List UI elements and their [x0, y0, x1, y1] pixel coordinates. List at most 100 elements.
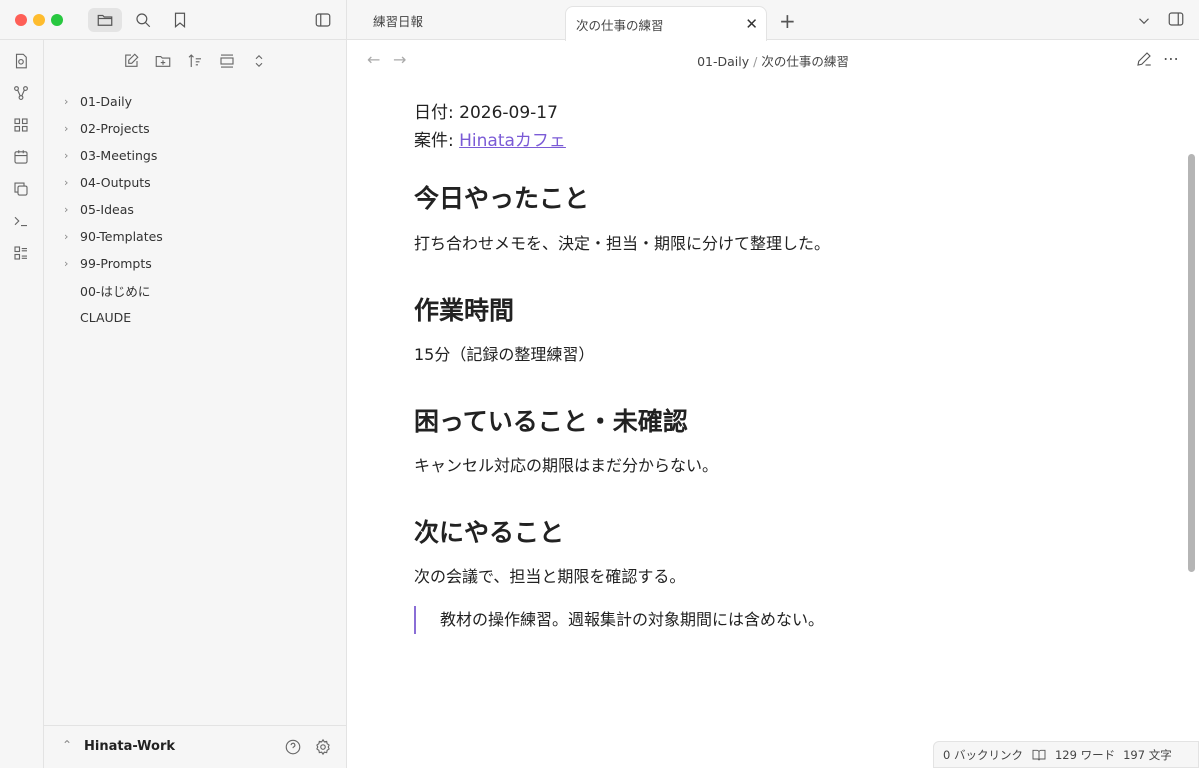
explorer-toolbar	[120, 50, 270, 74]
collapse-all-button[interactable]	[248, 50, 270, 72]
heading-issues: 困っていること・未確認	[414, 407, 688, 436]
folder-04-outputs[interactable]: › 04-Outputs	[44, 169, 347, 196]
reveal-icon	[220, 54, 234, 68]
sort-button[interactable]	[184, 50, 206, 72]
new-tab-button[interactable]: +	[779, 9, 796, 33]
folder-01-daily[interactable]: › 01-Daily	[44, 88, 347, 115]
breadcrumb-note[interactable]: 次の仕事の練習	[761, 54, 849, 69]
backlinks-count[interactable]: 0 バックリンク	[943, 747, 1023, 763]
copy-icon	[14, 182, 28, 196]
editor-scrollbar[interactable]	[1188, 154, 1195, 572]
templates-button[interactable]	[12, 180, 32, 200]
bookmarks-view-button[interactable]	[163, 8, 197, 32]
breadcrumb-folder[interactable]: 01-Daily	[697, 54, 749, 69]
chevron-right-icon: ›	[64, 95, 69, 108]
close-window-button[interactable]	[15, 14, 27, 26]
heading-next: 次にやること	[414, 518, 565, 547]
sort-icon	[188, 54, 201, 67]
close-tab-icon[interactable]: ✕	[745, 15, 758, 33]
date-label: 日付:	[414, 103, 460, 123]
folder-03-meetings[interactable]: › 03-Meetings	[44, 142, 347, 169]
canvas-button[interactable]	[12, 116, 32, 136]
chevron-right-icon: ›	[64, 176, 69, 189]
tab-practice-daily[interactable]: 練習日報	[347, 0, 565, 40]
book-open-icon[interactable]	[1031, 747, 1047, 763]
tab-next-job-practice[interactable]: 次の仕事の練習 ✕	[565, 6, 767, 41]
file-claude[interactable]: CLAUDE	[44, 304, 347, 331]
tree-item-label: 05-Ideas	[80, 202, 134, 217]
chevrons-up-down-icon: ⌃	[62, 738, 73, 752]
tab-label: 次の仕事の練習	[576, 17, 664, 33]
chevron-right-icon: ›	[64, 203, 69, 216]
bases-button[interactable]	[12, 244, 32, 264]
char-count: 197 文字	[1123, 747, 1172, 762]
toggle-left-sidebar-button[interactable]	[306, 8, 340, 32]
new-folder-button[interactable]	[152, 50, 174, 72]
pencil-icon	[1137, 52, 1151, 66]
zoom-window-button[interactable]	[51, 14, 63, 26]
status-bar: 0 バックリンク 129 ワード 197 文字	[933, 741, 1199, 768]
file-00-hajimeni[interactable]: 00-はじめに	[44, 277, 347, 304]
minimize-window-button[interactable]	[33, 14, 45, 26]
tree-item-label: 00-はじめに	[80, 284, 151, 299]
file-tree: › 01-Daily › 02-Projects › 03-Meetings › 04-…	[44, 88, 347, 331]
new-note-button[interactable]	[120, 50, 142, 72]
heading-work-time: 作業時間	[414, 296, 515, 325]
paragraph-issues: キャンセル対応の期限はまだ分からない。	[414, 456, 719, 475]
tab-bar: 練習日報 次の仕事の練習 ✕ +	[347, 0, 1199, 41]
toggle-edit-mode-button[interactable]	[1135, 50, 1153, 72]
folder-plus-icon	[155, 55, 171, 67]
graph-icon	[14, 86, 28, 100]
folder-05-ideas[interactable]: › 05-Ideas	[44, 196, 347, 223]
tree-item-label: 02-Projects	[80, 121, 150, 136]
calendar-icon	[14, 150, 28, 164]
edit-icon	[125, 53, 139, 67]
tab-label: 練習日報	[373, 13, 424, 29]
word-count: 129 ワード	[1054, 747, 1116, 762]
folder-90-templates[interactable]: › 90-Templates	[44, 223, 347, 250]
files-view-button[interactable]	[88, 8, 122, 32]
chevrons-up-down-icon	[255, 54, 263, 68]
bookmark-icon	[174, 12, 186, 29]
editor-pane: ← → 01-Daily / 次の仕事の練習 ⋯ 日付: 2026-09-17 案件…	[347, 41, 1199, 768]
chevron-right-icon: ›	[64, 122, 69, 135]
chevron-right-icon: ›	[64, 230, 69, 243]
file-explorer: › 01-Daily › 02-Projects › 03-Meetings › 04-…	[44, 40, 347, 768]
toggle-right-sidebar-button[interactable]	[1167, 10, 1185, 32]
help-icon	[285, 739, 301, 755]
gear-icon	[316, 738, 330, 756]
paragraph-today: 打ち合わせメモを、決定・担当・期限に分けて整理した。	[414, 234, 831, 253]
sidebar-left-icon	[315, 13, 331, 27]
date-property: 日付: 2026-09-17	[414, 99, 1134, 127]
chevron-down-icon	[1139, 18, 1149, 25]
dashboard-icon	[14, 118, 28, 132]
help-button[interactable]	[284, 738, 302, 760]
search-view-button[interactable]	[126, 8, 160, 32]
tree-item-label: 90-Templates	[80, 229, 163, 244]
more-options-button[interactable]: ⋯	[1163, 49, 1180, 68]
heading-today: 今日やったこと	[414, 184, 590, 213]
window-titlebar	[0, 0, 347, 40]
folder-99-prompts[interactable]: › 99-Prompts	[44, 250, 347, 277]
folder-02-projects[interactable]: › 02-Projects	[44, 115, 347, 142]
terminal-icon	[14, 216, 27, 227]
tab-list-dropdown-button[interactable]	[1135, 12, 1153, 34]
daily-note-button[interactable]	[12, 148, 32, 168]
graph-view-button[interactable]	[12, 84, 32, 104]
tree-item-label: CLAUDE	[80, 310, 132, 325]
auto-reveal-button[interactable]	[216, 50, 238, 72]
vault-switcher[interactable]: ⌃ Hinata-Work	[44, 725, 347, 768]
folder-icon	[97, 14, 113, 26]
note-content[interactable]: 日付: 2026-09-17 案件: Hinataカフェ 今日やったこと 打ち合…	[414, 99, 1134, 634]
settings-button[interactable]	[314, 738, 332, 760]
sidebar-right-icon	[1168, 12, 1184, 26]
breadcrumb-separator: /	[753, 54, 758, 69]
tree-item-label: 99-Prompts	[80, 256, 152, 271]
list-icon	[14, 246, 27, 260]
command-palette-button[interactable]	[12, 212, 32, 232]
project-link[interactable]: Hinataカフェ	[459, 131, 566, 151]
chevron-right-icon: ›	[64, 257, 69, 270]
vault-name: Hinata-Work	[84, 739, 176, 754]
project-label: 案件:	[414, 131, 460, 151]
quick-switcher-button[interactable]	[12, 52, 32, 72]
